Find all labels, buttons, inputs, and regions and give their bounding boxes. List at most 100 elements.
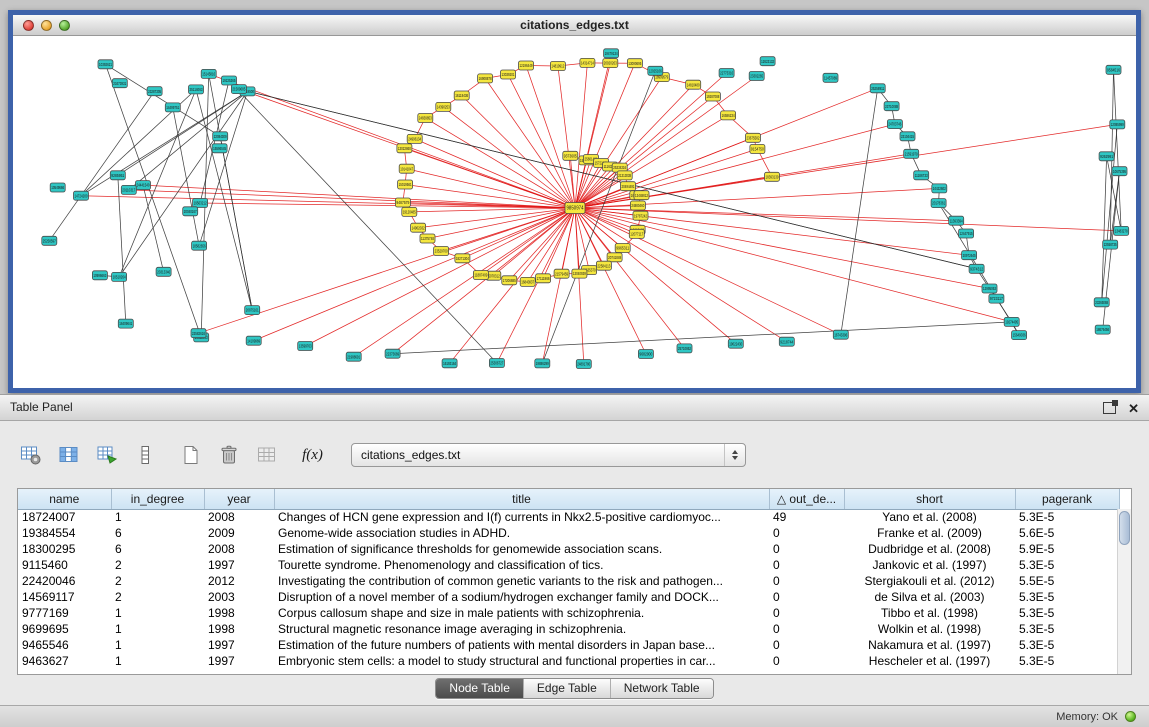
column-header-title[interactable]: title: [274, 489, 769, 509]
table-row[interactable]: 2242004622012Investigating the contribut…: [18, 573, 1119, 589]
graph-node-label: 11186733: [915, 173, 928, 178]
select-columns-icon: [58, 444, 80, 466]
cell-in_degree: 1: [111, 509, 204, 525]
graph-node-label: 24880460: [631, 203, 644, 208]
node-table: namein_degreeyeartitle△ out_de...shortpa…: [17, 488, 1132, 675]
citation-edge-black: [200, 81, 229, 204]
graph-node-label: 13483278: [1115, 229, 1128, 234]
graph-node-label: 13039201: [502, 72, 515, 77]
graph-node-label: 19225365: [223, 78, 236, 83]
citation-network-graph[interactable]: 9373605158282522580149115722671111632582…: [13, 36, 1136, 388]
cell-short: Franke et al. (2009): [844, 525, 1015, 541]
column-header-year[interactable]: year: [204, 489, 274, 509]
graph-node-label: 12623132: [761, 59, 774, 64]
graph-node-label: 25710862: [678, 346, 691, 351]
import-table-button[interactable]: [93, 442, 120, 469]
citation-edge-red: [575, 53, 611, 208]
tab-node-table[interactable]: Node Table: [436, 679, 523, 698]
graph-node-label: 23529700: [435, 249, 448, 254]
cell-year: 2009: [204, 525, 274, 541]
graph-node-label: 14314714: [581, 61, 594, 66]
column-header-pagerank[interactable]: pagerank: [1015, 489, 1119, 509]
graph-node-label: 20178361: [932, 201, 945, 206]
cell-name: 9699695: [18, 621, 111, 637]
graph-node-label: 23302265: [750, 74, 763, 79]
float-panel-icon[interactable]: [1103, 402, 1116, 414]
import-table-icon: [96, 444, 118, 466]
cell-title: Structural magnetic resonance image aver…: [274, 621, 769, 637]
graph-node-label: 21579459: [555, 271, 568, 276]
window-close-button[interactable]: [23, 20, 34, 31]
table-panel-title: Table Panel: [10, 395, 73, 420]
table-row[interactable]: 969969511998Structural magnetic resonanc…: [18, 621, 1119, 637]
graph-node-label: 21988691: [347, 354, 360, 359]
graph-node-label: 19022430: [729, 341, 742, 346]
cell-title: Investigating the contribution of common…: [274, 573, 769, 589]
window-zoom-button[interactable]: [59, 20, 70, 31]
table-row[interactable]: 1872400712008Changes of HCN gene express…: [18, 509, 1119, 525]
column-header-short[interactable]: short: [844, 489, 1015, 509]
network-window-titlebar[interactable]: citations_edges.txt: [13, 15, 1136, 36]
delete-table-button[interactable]: [215, 442, 242, 469]
cell-pagerank: 5.3E-5: [1015, 557, 1119, 573]
citation-edge-black: [841, 88, 878, 334]
graph-node-label: 11457089: [824, 75, 837, 80]
tab-network-table[interactable]: Network Table: [610, 679, 713, 698]
new-table-button[interactable]: [177, 442, 204, 469]
cell-out_de: 0: [769, 541, 844, 557]
scrollbar-thumb[interactable]: [1119, 511, 1130, 545]
table-row[interactable]: 977716911998Corpus callosum shape and si…: [18, 605, 1119, 621]
cell-in_degree: 2: [111, 589, 204, 605]
row-tools-button[interactable]: [131, 442, 158, 469]
close-panel-icon[interactable]: ✕: [1128, 402, 1139, 415]
graph-node-label: 16743396: [834, 332, 847, 337]
new-document-icon: [180, 444, 202, 466]
function-builder-button[interactable]: f(x): [299, 442, 326, 469]
cell-out_de: 0: [769, 653, 844, 669]
graph-node-label: 13599763: [299, 344, 312, 349]
citation-edge-red: [526, 66, 575, 209]
table-row[interactable]: 911546021997Tourette syndrome. Phenomeno…: [18, 557, 1119, 573]
citation-edge-red: [575, 163, 601, 208]
graph-node-label: 12085999: [1111, 122, 1124, 127]
network-window-title: citations_edges.txt: [13, 15, 1136, 35]
graph-node-label: 14810480: [687, 82, 700, 87]
select-columns-button[interactable]: [55, 442, 82, 469]
graph-node-label: 21589685: [232, 87, 245, 92]
table-row[interactable]: 946362711997Embryonic stem cells: a mode…: [18, 653, 1119, 669]
table-row[interactable]: 1456911722003Disruption of a novel membe…: [18, 589, 1119, 605]
column-header-out_de[interactable]: △ out_de...: [769, 489, 844, 509]
graph-node-label: 19274495: [1005, 320, 1018, 325]
graph-node-label: 16118436: [455, 93, 468, 98]
graph-node-label: 17111966: [537, 276, 550, 281]
cell-out_de: 0: [769, 621, 844, 637]
network-canvas[interactable]: 9373605158282522580149115722671111632582…: [13, 36, 1136, 388]
citation-edge-red: [575, 208, 1121, 231]
citation-edge-black: [119, 89, 196, 277]
table-row[interactable]: 946554611997Estimation of the future num…: [18, 637, 1119, 653]
table-row[interactable]: 1830029562008Estimation of significance …: [18, 541, 1119, 557]
graph-node-label: 9487579: [396, 200, 410, 205]
cell-name: 9777169: [18, 605, 111, 621]
table-settings-button[interactable]: [17, 442, 44, 469]
table-header-row: namein_degreeyeartitle△ out_de...shortpa…: [18, 489, 1119, 509]
graph-node-label: 10675395: [1113, 169, 1126, 174]
graph-node-label: 14902032: [412, 225, 425, 230]
table-scrollbar[interactable]: [1117, 509, 1131, 674]
citation-edge-red: [462, 96, 575, 209]
graph-node-label: 21313038: [618, 173, 631, 178]
memory-status-label: Memory: OK: [1056, 711, 1118, 723]
cell-pagerank: 5.3E-5: [1015, 653, 1119, 669]
tab-edge-table[interactable]: Edge Table: [523, 679, 610, 698]
table-selector-dropdown[interactable]: citations_edges.txt: [351, 443, 746, 467]
column-header-in_degree[interactable]: in_degree: [111, 489, 204, 509]
citation-edge-black: [129, 91, 248, 189]
citation-edge-black: [143, 185, 164, 272]
window-minimize-button[interactable]: [41, 20, 52, 31]
table-row[interactable]: 1938455462009Genome-wide association stu…: [18, 525, 1119, 541]
graph-node-label: 25334316: [613, 165, 626, 170]
column-header-name[interactable]: name: [18, 489, 111, 509]
table-options-disabled-button[interactable]: [253, 442, 280, 469]
citation-edge-red: [575, 208, 584, 364]
cell-in_degree: 1: [111, 653, 204, 669]
